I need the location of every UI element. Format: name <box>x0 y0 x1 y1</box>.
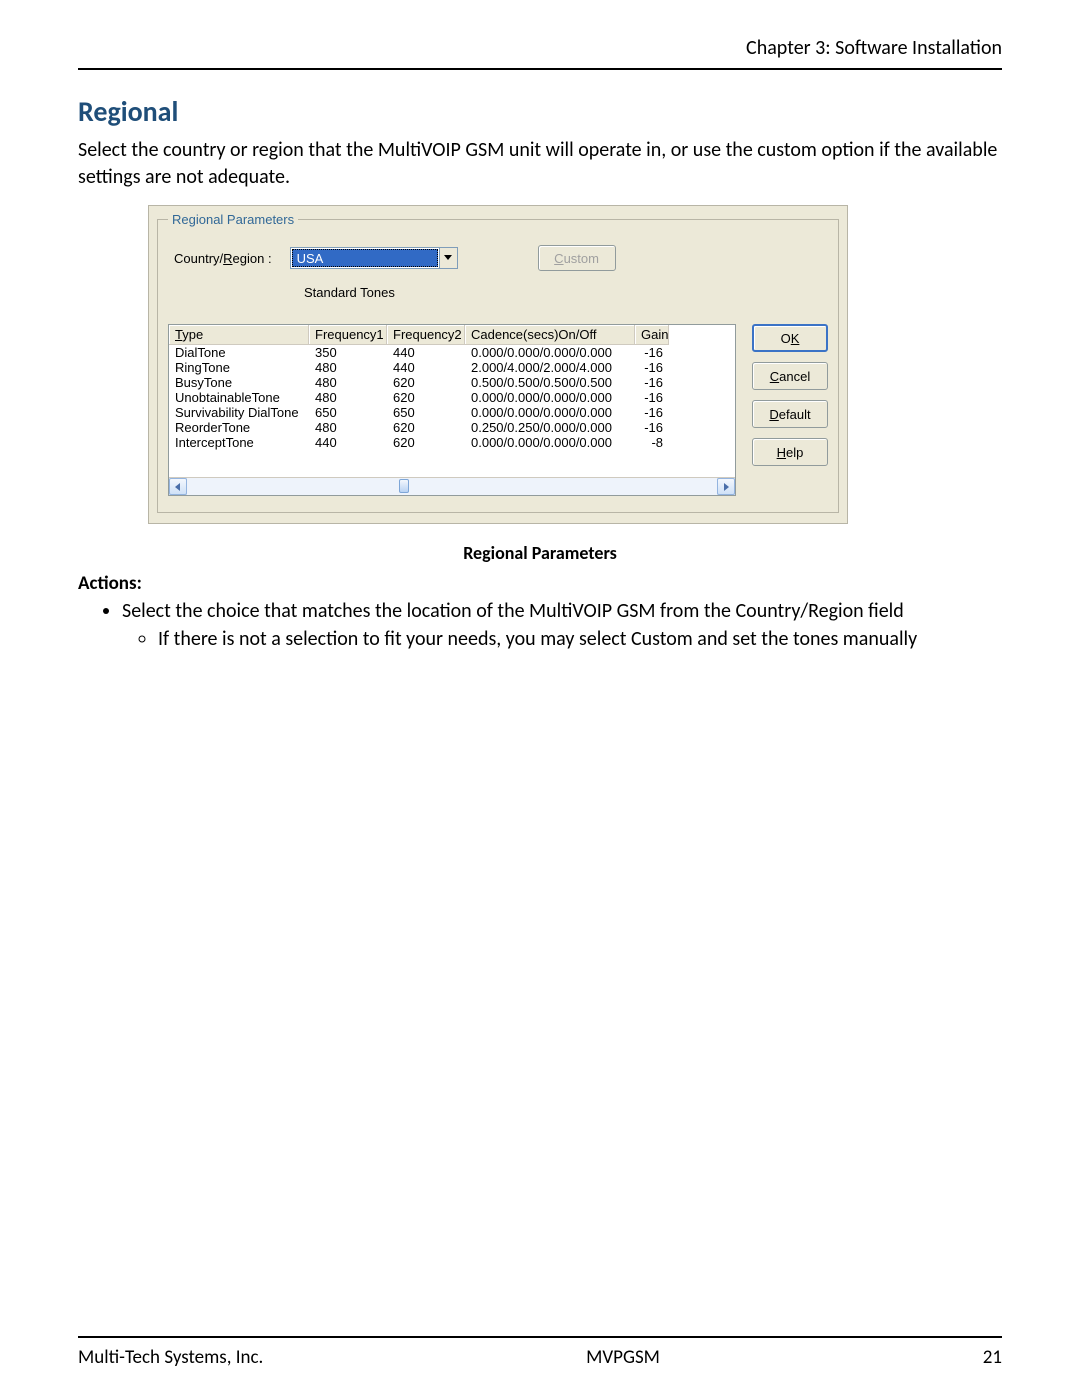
standard-tones-label: Standard Tones <box>304 285 828 300</box>
footer-center: MVPGSM <box>263 1346 982 1369</box>
actions-list: Select the choice that matches the locat… <box>122 599 1002 651</box>
btn-text: ustom <box>564 251 599 266</box>
table-row[interactable]: ReorderTone4806200.250/0.250/0.000/0.000… <box>169 420 735 435</box>
list-item-text: Select the choice that matches the locat… <box>122 599 904 623</box>
page-footer: Multi-Tech Systems, Inc. MVPGSM 21 <box>78 1336 1002 1369</box>
btn-text: ancel <box>779 369 810 384</box>
chapter-header: Chapter 3: Software Installation <box>78 36 1002 70</box>
btn-accel: D <box>769 407 778 422</box>
ok-button[interactable]: OK <box>752 324 828 352</box>
btn-accel: C <box>770 369 779 384</box>
btn-text: elp <box>786 445 803 460</box>
listbox-header: Type Frequency1 Frequency2 Cadence(secs)… <box>169 325 735 345</box>
help-button[interactable]: Help <box>752 438 828 466</box>
list-item: Select the choice that matches the locat… <box>122 599 1002 651</box>
group-legend: Regional Parameters <box>168 212 298 227</box>
table-row[interactable]: DialTone3504400.000/0.000/0.000/0.000-16 <box>169 345 735 360</box>
btn-text: O <box>781 331 791 346</box>
scroll-thumb[interactable] <box>399 479 409 493</box>
dropdown-arrow-icon[interactable] <box>439 248 457 268</box>
tones-listbox[interactable]: Type Frequency1 Frequency2 Cadence(secs)… <box>168 324 736 496</box>
btn-accel: C <box>554 251 563 266</box>
col-cadence[interactable]: Cadence(secs)On/Off <box>465 325 635 345</box>
scroll-right-icon[interactable] <box>717 478 735 495</box>
figure-caption: Regional Parameters <box>78 542 1002 564</box>
col-freq2[interactable]: Frequency2 <box>387 325 465 345</box>
table-row[interactable]: InterceptTone4406200.000/0.000/0.000/0.0… <box>169 435 735 450</box>
label-accel: R <box>223 251 232 266</box>
country-region-value: USA <box>292 249 438 267</box>
intro-paragraph: Select the country or region that the Mu… <box>78 137 1002 191</box>
regional-dialog: Regional Parameters Country/Region : USA… <box>148 205 848 524</box>
section-title: Regional <box>78 94 1002 129</box>
btn-accel: K <box>791 331 800 346</box>
table-row[interactable]: UnobtainableTone4806200.000/0.000/0.000/… <box>169 390 735 405</box>
cancel-button[interactable]: Cancel <box>752 362 828 390</box>
list-item: If there is not a selection to fit your … <box>158 627 1002 651</box>
table-row[interactable]: BusyTone4806200.500/0.500/0.500/0.500-16 <box>169 375 735 390</box>
col-gain[interactable]: Gain <box>635 325 669 345</box>
col-freq1[interactable]: Frequency1 <box>309 325 387 345</box>
regional-parameters-group: Regional Parameters Country/Region : USA… <box>157 212 839 513</box>
scroll-track[interactable] <box>187 478 717 495</box>
footer-left: Multi-Tech Systems, Inc. <box>78 1346 263 1369</box>
btn-text: efault <box>779 407 811 422</box>
country-region-combo[interactable]: USA <box>290 247 458 269</box>
listbox-body: DialTone3504400.000/0.000/0.000/0.000-16… <box>169 345 735 477</box>
label-part: egion : <box>233 251 272 266</box>
scroll-left-icon[interactable] <box>169 478 187 495</box>
actions-heading: Actions: <box>78 572 1002 595</box>
btn-accel: H <box>777 445 786 460</box>
footer-right: 21 <box>983 1346 1002 1369</box>
country-region-label: Country/Region : <box>174 251 272 266</box>
label-part: Country/ <box>174 251 223 266</box>
table-row[interactable]: RingTone4804402.000/4.000/2.000/4.000-16 <box>169 360 735 375</box>
col-type[interactable]: Type <box>169 325 309 345</box>
table-row[interactable]: Survivability DialTone6506500.000/0.000/… <box>169 405 735 420</box>
horizontal-scrollbar[interactable] <box>169 477 735 495</box>
default-button[interactable]: Default <box>752 400 828 428</box>
custom-button[interactable]: Custom <box>538 245 616 271</box>
